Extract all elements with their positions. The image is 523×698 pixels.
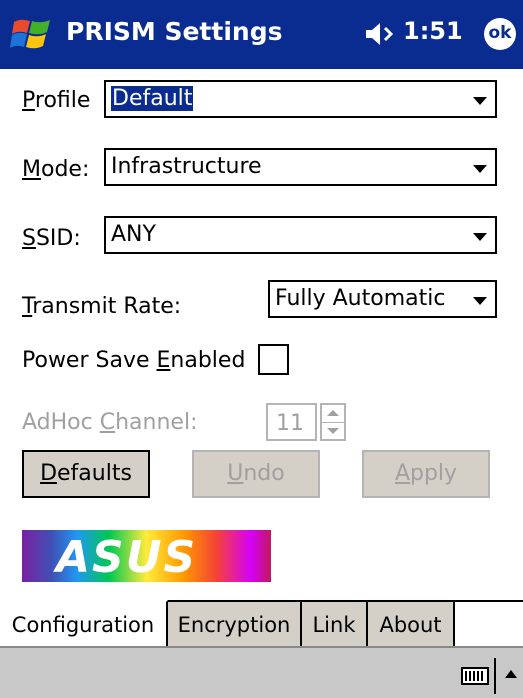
adhoc-channel-label: AdHoc Channel:	[22, 410, 198, 435]
clock-time[interactable]: 1:51	[403, 17, 463, 45]
tab-about[interactable]: About	[368, 602, 455, 648]
sip-up-arrow-icon[interactable]	[505, 670, 517, 678]
profile-dropdown[interactable]: Default	[104, 80, 497, 118]
mode-dropdown[interactable]: Infrastructure	[104, 148, 497, 186]
mode-value: Infrastructure	[111, 154, 262, 179]
window-title: PRISM Settings	[66, 17, 283, 46]
tab-link[interactable]: Link	[302, 602, 368, 648]
keyboard-icon[interactable]	[461, 667, 489, 685]
sip-separator	[494, 658, 496, 694]
power-save-label: Power Save Enabled	[22, 348, 246, 373]
logo-text: ASUS	[56, 532, 198, 582]
adhoc-channel-spinner	[320, 403, 346, 441]
power-save-checkbox[interactable]	[258, 344, 289, 375]
ssid-value: ANY	[111, 222, 156, 247]
adhoc-channel-input: 11	[266, 403, 317, 441]
spin-down-icon	[322, 423, 344, 440]
defaults-button[interactable]: Defaults	[22, 450, 150, 498]
chevron-down-icon	[473, 233, 487, 241]
asus-logo: ASUS	[22, 530, 271, 582]
profile-value: Default	[111, 86, 194, 111]
windows-flag-icon[interactable]	[10, 14, 54, 54]
mode-label: Mode:	[22, 157, 90, 182]
title-bar: PRISM Settings 1:51 ok	[0, 0, 523, 69]
spin-up-icon	[322, 405, 344, 423]
transmit-rate-value: Fully Automatic	[275, 286, 446, 311]
tab-strip: Configuration Encryption Link About	[0, 600, 523, 648]
speaker-icon[interactable]	[364, 19, 398, 49]
tab-strip-fill	[455, 602, 523, 648]
chevron-down-icon	[473, 297, 487, 305]
transmit-rate-label: Transmit Rate:	[22, 294, 182, 319]
apply-button: Apply	[362, 450, 490, 498]
undo-button: Undo	[192, 450, 320, 498]
transmit-rate-dropdown[interactable]: Fully Automatic	[268, 280, 497, 318]
tab-encryption[interactable]: Encryption	[168, 602, 302, 648]
profile-label: Profile	[22, 88, 91, 113]
tab-configuration[interactable]: Configuration	[0, 600, 168, 648]
chevron-down-icon	[473, 97, 487, 105]
menu-bar	[0, 646, 523, 698]
ssid-label: SSID:	[22, 226, 81, 251]
keyboard-keys	[465, 671, 485, 681]
ok-button[interactable]: ok	[484, 18, 516, 50]
ssid-dropdown[interactable]: ANY	[104, 216, 497, 254]
chevron-down-icon	[473, 165, 487, 173]
